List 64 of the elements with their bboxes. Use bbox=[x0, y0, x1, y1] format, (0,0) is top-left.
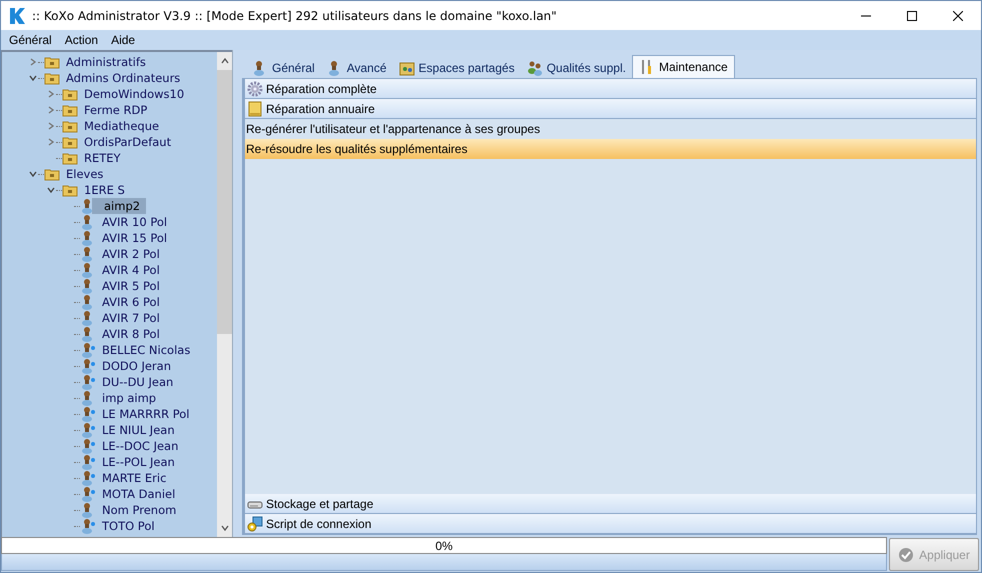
tree-item[interactable]: LE MARRRR Pol bbox=[100, 406, 192, 422]
tab[interactable]: Général bbox=[246, 58, 321, 78]
script-gear-icon bbox=[247, 516, 263, 532]
tree-item[interactable]: Eleves bbox=[64, 166, 106, 182]
tree-item[interactable]: RETEY bbox=[82, 150, 123, 166]
expand-icon[interactable] bbox=[46, 121, 56, 131]
section-header[interactable]: Stockage et partage bbox=[245, 494, 976, 514]
tree-item[interactable]: AVIR 8 Pol bbox=[100, 326, 162, 342]
progress-reading: 0% bbox=[435, 538, 453, 552]
tree-item[interactable]: aimp2 bbox=[92, 198, 146, 214]
list-item[interactable]: Re-générer l'utilisateur et l'appartenance à ses groupes bbox=[245, 119, 976, 139]
tab[interactable]: Qualités suppl. bbox=[520, 58, 632, 78]
expand-icon[interactable] bbox=[46, 105, 56, 115]
tree-item[interactable]: imp aimp bbox=[100, 390, 158, 406]
collapse-icon[interactable] bbox=[46, 185, 56, 195]
expand-icon[interactable] bbox=[46, 137, 56, 147]
close-icon[interactable] bbox=[953, 10, 963, 20]
window-title: :: KoXo Administrator V3.9 :: [Mode Expert] 292 utilisateurs dans le domaine "koxo.lan" bbox=[32, 8, 558, 22]
tree-item[interactable]: Nom Prenom bbox=[100, 502, 178, 518]
tree-item[interactable]: AVIR 7 Pol bbox=[100, 310, 162, 326]
section-header[interactable]: Script de connexion bbox=[245, 514, 976, 534]
tree-item[interactable]: DODO Jeran bbox=[100, 358, 173, 374]
app-logo-icon bbox=[8, 6, 26, 24]
tree-item[interactable]: AVIR 2 Pol bbox=[100, 246, 162, 262]
expand-icon[interactable] bbox=[46, 89, 56, 99]
users-icon bbox=[526, 60, 543, 76]
tree-item[interactable]: Ferme RDP bbox=[82, 102, 150, 118]
tree-item[interactable]: BELLEC Nicolas bbox=[100, 342, 192, 358]
tree-item[interactable]: AVIR 6 Pol bbox=[100, 294, 162, 310]
scrollbar[interactable] bbox=[217, 52, 232, 537]
expand-icon[interactable] bbox=[28, 57, 38, 67]
menu-item[interactable]: Action bbox=[60, 33, 104, 47]
section-header[interactable]: Réparation annuaire bbox=[245, 99, 976, 119]
tree-item[interactable]: TOTO Pol bbox=[100, 518, 157, 534]
tree-item[interactable]: AVIR 10 Pol bbox=[100, 214, 170, 230]
check-icon bbox=[898, 546, 914, 562]
tree-item[interactable]: DU--DU Jean bbox=[100, 374, 176, 390]
menu-item[interactable]: Général bbox=[4, 33, 57, 47]
tree-item[interactable]: 1ERE S bbox=[82, 182, 127, 198]
tree-item[interactable]: AVIR 4 Pol bbox=[100, 262, 162, 278]
tree-item[interactable]: Admins Ordinateurs bbox=[64, 70, 182, 86]
tree-item[interactable]: LE--DOC Jean bbox=[100, 438, 180, 454]
tree-item[interactable]: LE--POL Jean bbox=[100, 454, 177, 470]
tab[interactable]: Espaces partagés bbox=[392, 58, 521, 78]
tree-item[interactable]: DemoWindows10 bbox=[82, 86, 186, 102]
collapse-icon[interactable] bbox=[28, 169, 38, 179]
tree-item[interactable]: Mediatheque bbox=[82, 118, 162, 134]
maximize-icon[interactable] bbox=[907, 10, 917, 20]
tree-item[interactable]: AVIR 5 Pol bbox=[100, 278, 162, 294]
list-item[interactable]: Re-résoudre les qualités supplémentaires bbox=[245, 139, 976, 159]
menu-item[interactable]: Aide bbox=[106, 33, 140, 47]
tab[interactable]: Avancé bbox=[320, 58, 393, 78]
tree-item[interactable]: AVIR 15 Pol bbox=[100, 230, 170, 246]
section-header[interactable]: Réparation complète bbox=[245, 79, 976, 99]
tree-item[interactable]: OrdisParDefaut bbox=[82, 134, 174, 150]
tree-item[interactable]: MOTA Daniel bbox=[100, 486, 178, 502]
tree-item[interactable]: Administratifs bbox=[64, 54, 148, 70]
collapse-icon[interactable] bbox=[28, 73, 38, 83]
book-icon bbox=[247, 100, 263, 116]
gear-icon bbox=[247, 80, 263, 96]
tree-item[interactable]: LE NIUL Jean bbox=[100, 422, 177, 438]
tree-item[interactable]: MARTE Eric bbox=[100, 470, 168, 486]
shared-folder-icon bbox=[398, 60, 415, 76]
tab[interactable]: Maintenance bbox=[632, 55, 735, 78]
